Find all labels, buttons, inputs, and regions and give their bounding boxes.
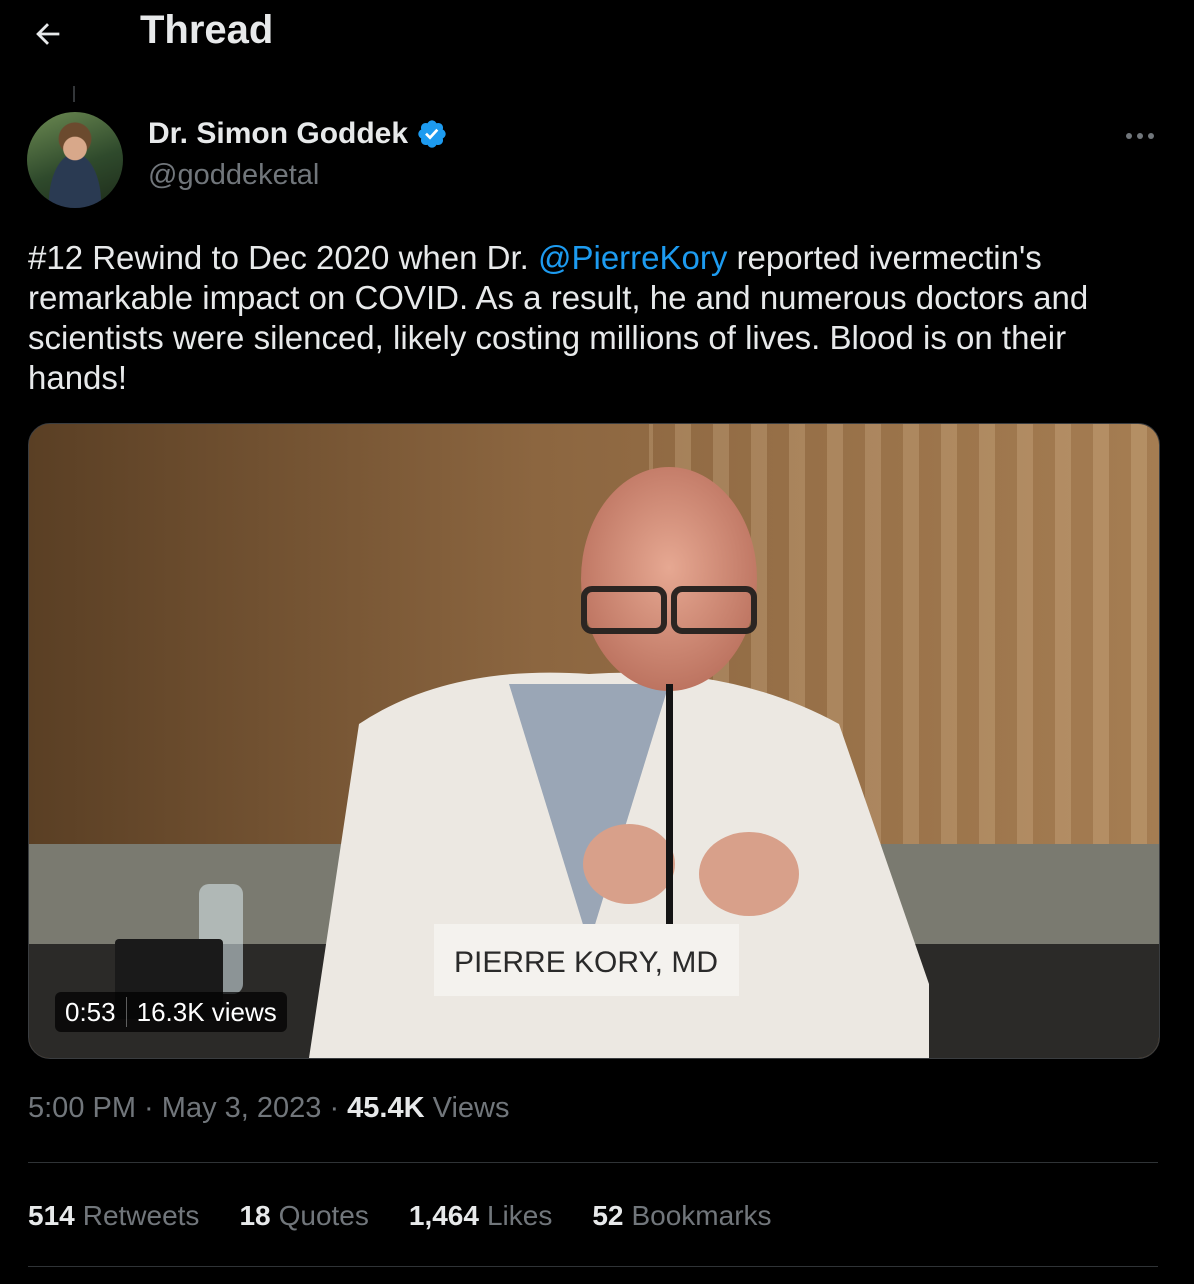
engagement-stats: 514 Retweets 18 Quotes 1,464 Likes 52 Bookma… — [28, 1200, 812, 1232]
stat-label: Retweets — [82, 1200, 200, 1231]
author-handle[interactable]: @goddeketal — [148, 159, 319, 192]
more-options-button[interactable] — [1118, 118, 1162, 154]
tweet-text: #12 Rewind to Dec 2020 when Dr. @PierreK… — [28, 238, 1168, 398]
video-views: 16.3K views — [136, 996, 277, 1027]
stat-bookmarks[interactable]: 52 Bookmarks — [592, 1200, 771, 1232]
stat-count: 1,464 — [408, 1200, 479, 1231]
stat-count: 514 — [28, 1200, 75, 1231]
mention-link[interactable]: @PierreKory — [538, 239, 727, 276]
views-count: 45.4K — [347, 1092, 425, 1124]
arrow-left-icon — [36, 23, 60, 45]
video-frame: PIERRE KORY, MD — [29, 424, 1159, 1058]
thread-connector-line — [73, 86, 75, 102]
video-info-badge: 0:53 16.3K views — [55, 992, 287, 1032]
divider — [28, 1162, 1158, 1163]
stat-count: 52 — [592, 1200, 624, 1231]
stat-quotes[interactable]: 18 Quotes — [239, 1200, 368, 1232]
page-title: Thread — [140, 8, 274, 52]
stat-retweets[interactable]: 514 Retweets — [28, 1200, 199, 1232]
author-name-row: Dr. Simon Goddek — [148, 117, 448, 151]
stat-count: 18 — [239, 1200, 271, 1231]
stat-label: Bookmarks — [631, 1200, 772, 1231]
badge-divider — [125, 997, 127, 1027]
meta-separator: · — [136, 1092, 162, 1124]
stat-label: Quotes — [278, 1200, 369, 1231]
video-player[interactable]: PIERRE KORY, MD 0:53 16.3K views — [28, 423, 1160, 1059]
stat-label: Likes — [486, 1200, 553, 1231]
tweet-date[interactable]: May 3, 2023 — [162, 1092, 322, 1124]
page-header: Thread — [0, 0, 1194, 70]
divider — [28, 1266, 1158, 1267]
video-duration: 0:53 — [65, 996, 116, 1027]
nameplate-text: PIERRE KORY, MD — [454, 946, 718, 979]
meta-separator: · — [321, 1092, 348, 1124]
stat-likes[interactable]: 1,464 Likes — [409, 1200, 552, 1232]
author-display-name[interactable]: Dr. Simon Goddek — [148, 117, 408, 151]
views-label: Views — [424, 1092, 510, 1124]
tweet-meta: 5:00 PM · May 3, 2023 · 45.4K Views — [28, 1092, 509, 1125]
avatar[interactable] — [27, 112, 123, 208]
more-horizontal-icon — [1126, 133, 1154, 139]
tweet-text-part: #12 Rewind to Dec 2020 when Dr. — [28, 239, 538, 276]
verified-badge-icon — [418, 120, 446, 148]
tweet-time[interactable]: 5:00 PM — [28, 1092, 136, 1124]
back-button[interactable] — [28, 14, 68, 54]
